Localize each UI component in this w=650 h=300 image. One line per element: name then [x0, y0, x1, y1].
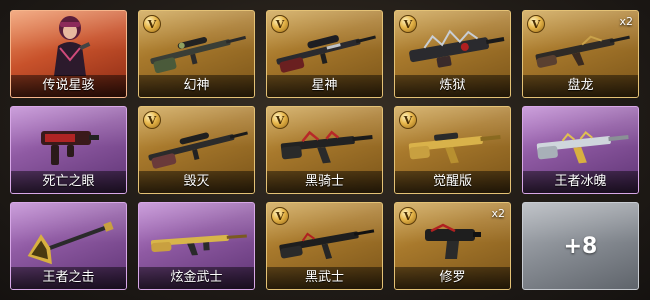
reward-grid: 传说星骇 V 幻神 V 星神 V 炼狱 V x2 盘龙 死亡之眼 V 毁灭 V …: [0, 0, 650, 300]
item-card[interactable]: V 幻神: [138, 10, 255, 98]
item-name: 王者冰魄: [523, 171, 638, 193]
item-name: 幻神: [139, 75, 254, 97]
item-card[interactable]: 死亡之眼: [10, 106, 127, 194]
assault-rifle-icon: [536, 131, 629, 164]
item-card[interactable]: 王者之击: [10, 202, 127, 290]
sniper-rifle-icon: [148, 131, 248, 169]
item-card[interactable]: V 黑骑士: [266, 106, 383, 194]
item-card[interactable]: V 毁灭: [138, 106, 255, 194]
item-card[interactable]: 炫金武士: [138, 202, 255, 290]
pistol-icon: [425, 223, 481, 259]
item-card[interactable]: V 炼狱: [394, 10, 511, 98]
item-name: 死亡之眼: [11, 171, 126, 193]
more-count: +8: [563, 233, 598, 259]
character-portrait-icon: [54, 16, 91, 76]
sniper-rifle-icon: [276, 35, 376, 73]
melee-axe-icon: [27, 221, 114, 265]
item-name: 星神: [267, 75, 382, 97]
assault-rifle-icon: [535, 35, 630, 68]
item-card[interactable]: 传说星骇: [10, 10, 127, 98]
sniper-rifle-icon: [150, 35, 246, 73]
item-card[interactable]: V x2 修罗: [394, 202, 511, 290]
item-name: 毁灭: [139, 171, 254, 193]
item-name: 炫金武士: [139, 267, 254, 289]
item-card[interactable]: V x2 盘龙: [522, 10, 639, 98]
smg-icon: [41, 131, 99, 165]
item-name: 炼狱: [395, 75, 510, 97]
assault-rifle-icon: [279, 229, 375, 260]
more-items-card[interactable]: +8: [522, 202, 639, 290]
item-name: 黑骑士: [267, 171, 382, 193]
item-card[interactable]: V 黑武士: [266, 202, 383, 290]
assault-rifle-icon: [408, 132, 501, 164]
item-card[interactable]: V 星神: [266, 10, 383, 98]
assault-rifle-icon: [280, 130, 373, 164]
machine-gun-icon: [409, 29, 505, 68]
assault-rifle-icon: [150, 234, 247, 256]
item-name: 黑武士: [267, 267, 382, 289]
item-card[interactable]: 王者冰魄: [522, 106, 639, 194]
item-card[interactable]: V 觉醒版: [394, 106, 511, 194]
item-name: 盘龙: [523, 75, 638, 97]
item-name: 传说星骇: [11, 75, 126, 97]
item-name: 修罗: [395, 267, 510, 289]
item-name: 王者之击: [11, 267, 126, 289]
item-name: 觉醒版: [395, 171, 510, 193]
